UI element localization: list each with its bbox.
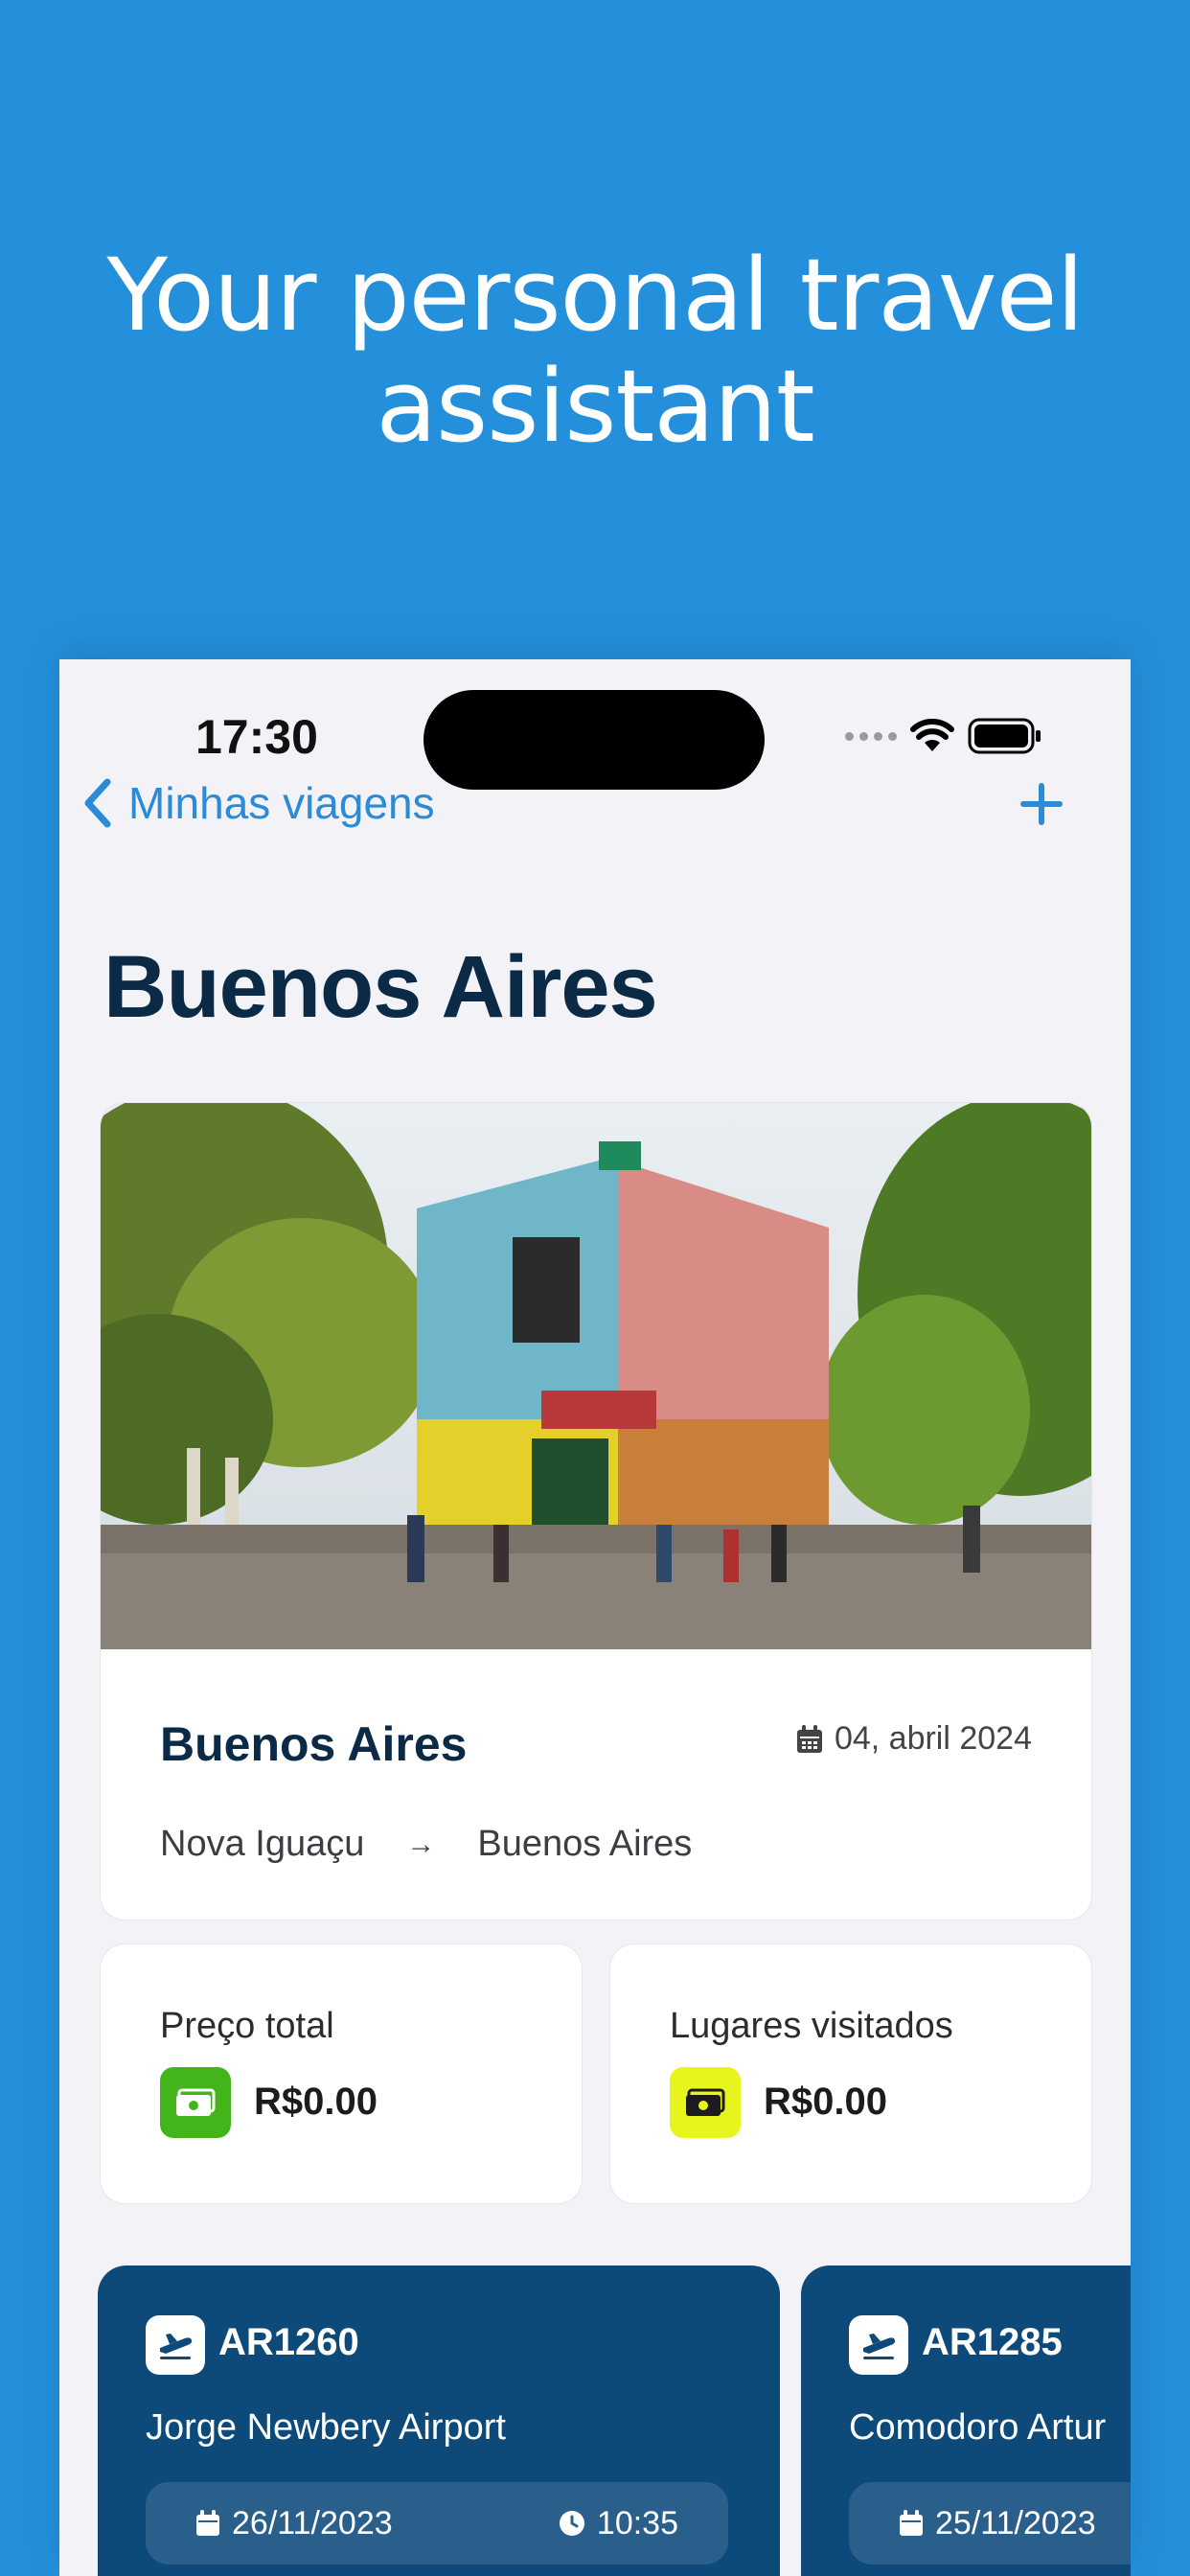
stat-card-total-price[interactable]: Preço total R$0.00	[100, 1944, 583, 2204]
calendar-icon	[900, 2510, 923, 2536]
wifi-icon	[910, 719, 954, 751]
trip-date: 04, abril 2024	[796, 1720, 1032, 1758]
flight-card[interactable]: AR1260 Jorge Newbery Airport 26/11/2023 …	[98, 2266, 780, 2576]
battery-icon	[968, 718, 1041, 754]
status-time: 17:30	[195, 710, 318, 764]
flight-airport: Comodoro Artur	[849, 2407, 1107, 2448]
arrow-right-icon: →	[406, 1828, 436, 1860]
flight-code: AR1285	[922, 2321, 1063, 2363]
status-icons	[845, 717, 1042, 755]
caminito-photo-image	[101, 1103, 1091, 1649]
flight-schedule: 25/11/2023	[849, 2482, 1131, 2564]
trip-name: Buenos Aires	[160, 1717, 468, 1771]
money-icon	[670, 2067, 741, 2138]
stat-value: R$0.00	[254, 2081, 378, 2123]
hero-headline-line-1: Your personal travel	[106, 237, 1085, 354]
back-button[interactable]: Minhas viagens	[80, 765, 435, 841]
route-destination: Buenos Aires	[477, 1824, 693, 1864]
stat-label: Lugares visitados	[670, 2006, 953, 2046]
trip-photo	[101, 1103, 1091, 1649]
phone-screen: 17:30 Minhas viagens Buenos Aires Buenos…	[59, 659, 1131, 2576]
chevron-left-icon	[84, 778, 111, 828]
flight-date-text: 25/11/2023	[935, 2504, 1096, 2542]
flight-card[interactable]: AR1285 Comodoro Artur 25/11/2023	[801, 2266, 1131, 2576]
flight-date: 25/11/2023	[899, 2505, 1096, 2542]
add-trip-button[interactable]	[1019, 782, 1064, 826]
hero-headline: Your personal travel assistant	[0, 240, 1190, 462]
airplane-icon	[849, 2315, 908, 2375]
trip-card[interactable]: Buenos Aires 04, abril 2024 Nova Iguaçu …	[100, 1102, 1092, 1920]
flight-airport: Jorge Newbery Airport	[146, 2407, 506, 2448]
flight-code: AR1260	[218, 2321, 359, 2363]
stat-card-places-visited[interactable]: Lugares visitados R$0.00	[609, 1944, 1092, 2204]
dynamic-island	[423, 690, 765, 790]
calendar-icon	[796, 1724, 822, 1753]
flight-date-text: 26/11/2023	[232, 2504, 393, 2542]
hero-headline-line-2: assistant	[376, 348, 814, 465]
cellular-signal-icon	[845, 731, 897, 741]
flight-time-text: 10:35	[596, 2504, 678, 2542]
route-origin: Nova Iguaçu	[160, 1824, 365, 1864]
flight-schedule: 26/11/2023 10:35	[146, 2482, 728, 2564]
calendar-icon	[196, 2510, 219, 2536]
flight-date: 26/11/2023	[195, 2505, 393, 2542]
page-title: Buenos Aires	[103, 938, 658, 1036]
back-button-label: Minhas viagens	[128, 778, 435, 828]
trip-date-text: 04, abril 2024	[834, 1720, 1032, 1757]
money-icon	[160, 2067, 231, 2138]
flight-time: 10:35	[559, 2505, 678, 2542]
trip-route: Nova Iguaçu → Buenos Aires	[160, 1824, 692, 1865]
airplane-icon	[146, 2315, 205, 2375]
clock-icon	[559, 2511, 584, 2536]
stat-label: Preço total	[160, 2006, 334, 2046]
stat-value: R$0.00	[764, 2081, 887, 2123]
